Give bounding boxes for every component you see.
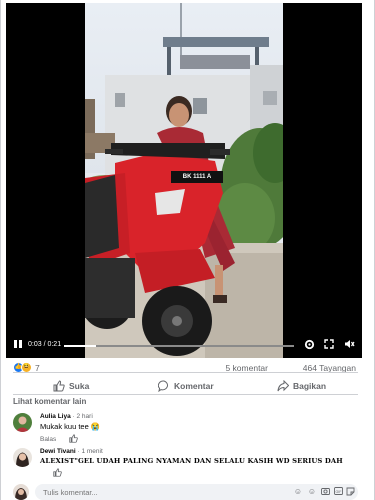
fullscreen-icon[interactable]	[322, 339, 336, 353]
commenter-name[interactable]: Dewi Tivani · 1 menit	[40, 448, 103, 455]
commenter-name-text[interactable]: Aulia Liya	[40, 413, 71, 420]
post-card: BK 1111 A 0:03 / 0:21 👍 😆 7 5 komentar 4…	[0, 0, 375, 500]
gif-icon[interactable]: GIF	[333, 487, 343, 497]
comment-bubble-icon	[158, 380, 168, 392]
comment-like-icon[interactable]	[69, 434, 78, 445]
actions-divider	[13, 394, 358, 395]
comment-input-box[interactable]: ☺ ☺ GIF	[35, 484, 358, 500]
pause-icon[interactable]	[11, 339, 25, 353]
reply-button[interactable]: Balas	[40, 436, 56, 443]
comment-label: Komentar	[174, 380, 214, 391]
action-bar: Suka Komentar Bagikan	[13, 373, 358, 395]
video-controls: 0:03 / 0:21	[6, 334, 362, 358]
video-time-label: 0:03 / 0:21	[28, 341, 62, 348]
license-plate: BK 1111 A	[182, 174, 212, 180]
commenter-name-text[interactable]: Dewi Tivani	[40, 448, 76, 455]
comment-item: Aulia Liya · 2 hari Mukak kuu tee 😭 Bala…	[13, 413, 358, 443]
comment-input[interactable]	[43, 486, 243, 498]
video-progress-fill	[64, 345, 97, 347]
share-label: Bagikan	[293, 380, 327, 391]
comment-time[interactable]: · 1 menit	[77, 448, 102, 455]
avatar[interactable]	[13, 448, 32, 467]
settings-gear-icon[interactable]	[302, 339, 316, 353]
video-frame[interactable]: BK 1111 A	[85, 3, 283, 358]
avatar-sticker-icon[interactable]: ☺	[293, 487, 303, 497]
see-more-comments-link[interactable]: Lihat komentar lain	[13, 397, 86, 406]
comment-text: ALEXIST"GEL UDAH PALING NYAMAN DAN SELAL…	[40, 457, 343, 465]
comment-text: Mukak kuu tee 😭	[40, 422, 101, 431]
sticker-icon[interactable]	[345, 487, 355, 497]
comment-like-icon[interactable]	[53, 468, 62, 479]
commenter-name[interactable]: Aulia Liya · 2 hari	[40, 413, 93, 420]
video-player[interactable]: BK 1111 A 0:03 / 0:21	[6, 3, 362, 358]
like-button[interactable]: Suka	[53, 378, 89, 392]
write-comment-row: ☺ ☺ GIF	[13, 484, 358, 500]
comment-time[interactable]: · 2 hari	[73, 413, 93, 420]
emoji-icon[interactable]: ☺	[307, 487, 317, 497]
thumbs-up-icon	[53, 380, 65, 392]
share-button[interactable]: Bagikan	[277, 378, 326, 392]
like-label: Suka	[69, 380, 90, 391]
comment-button[interactable]: Komentar	[158, 378, 214, 392]
avatar[interactable]	[13, 413, 32, 432]
camera-icon[interactable]	[320, 487, 330, 497]
video-progress-bar[interactable]	[64, 345, 294, 347]
mute-icon[interactable]	[342, 339, 356, 353]
svg-text:GIF: GIF	[335, 490, 342, 494]
share-arrow-icon	[277, 379, 289, 392]
current-user-avatar[interactable]	[13, 484, 29, 500]
comment-item: Dewi Tivani · 1 menit ALEXIST"GEL UDAH P…	[13, 448, 358, 480]
